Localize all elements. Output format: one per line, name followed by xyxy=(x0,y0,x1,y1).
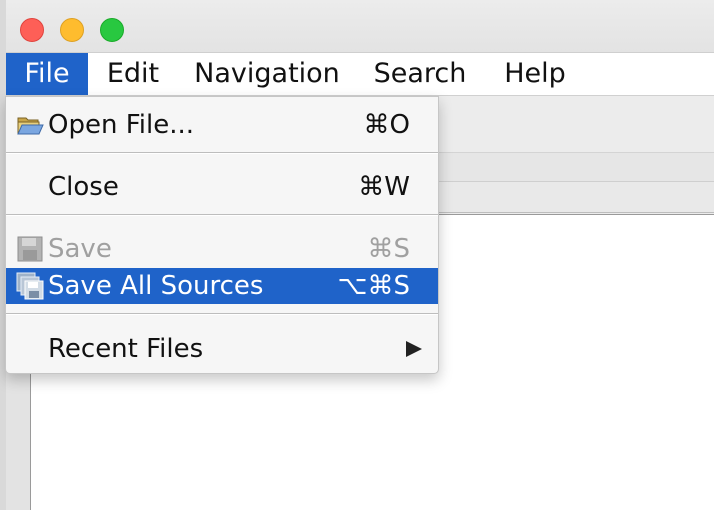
menu-item-label: Save xyxy=(48,234,112,264)
menu-item-recent-files[interactable]: Recent Files xyxy=(6,331,438,367)
menu-item-save[interactable]: Save ⌘S xyxy=(6,231,438,267)
zoom-window-button[interactable] xyxy=(100,18,124,42)
menu-separator xyxy=(6,152,438,154)
menu-navigation[interactable]: Navigation xyxy=(192,53,342,95)
title-bar xyxy=(6,0,714,53)
menu-bar: File Edit Navigation Search Help xyxy=(6,53,714,96)
minimize-window-button[interactable] xyxy=(60,18,84,42)
submenu-arrow-icon xyxy=(406,341,422,357)
menu-search[interactable]: Search xyxy=(372,53,468,95)
menu-item-open-file[interactable]: Open File... ⌘O xyxy=(6,107,438,143)
save-all-icon xyxy=(16,272,44,300)
menu-item-label: Save All Sources xyxy=(48,271,264,301)
menu-item-save-all-sources[interactable]: Save All Sources ⌥⌘S xyxy=(6,268,438,304)
menu-item-label: Recent Files xyxy=(48,334,204,364)
close-window-button[interactable] xyxy=(20,18,44,42)
menu-file[interactable]: File xyxy=(6,53,88,95)
app-window: File Edit Navigation Search Help Open Fi… xyxy=(0,0,714,510)
menu-separator xyxy=(6,313,438,315)
menu-separator xyxy=(6,214,438,216)
menu-edit[interactable]: Edit xyxy=(100,53,166,95)
folder-open-icon xyxy=(16,111,44,139)
menu-item-label: Close xyxy=(48,172,119,202)
menu-item-shortcut: ⌘W xyxy=(358,172,410,202)
save-icon xyxy=(16,235,44,263)
menu-item-shortcut: ⌘O xyxy=(363,110,410,140)
menu-help[interactable]: Help xyxy=(502,53,568,95)
menu-item-close[interactable]: Close ⌘W xyxy=(6,169,438,205)
menu-item-shortcut: ⌘S xyxy=(367,234,410,264)
menu-item-label: Open File... xyxy=(48,110,195,140)
file-menu-dropdown: Open File... ⌘O Close ⌘W Save ⌘S Save Al… xyxy=(5,96,439,374)
menu-item-shortcut: ⌥⌘S xyxy=(337,271,410,301)
